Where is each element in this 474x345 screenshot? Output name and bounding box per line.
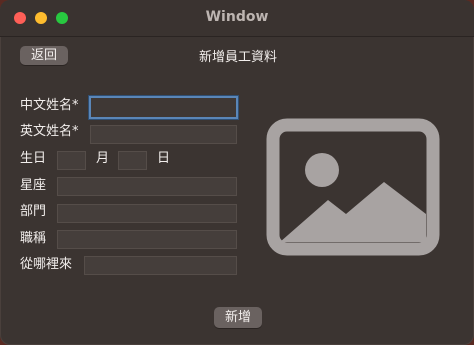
birth-month-field[interactable] xyxy=(57,151,86,170)
back-button[interactable]: 返回 xyxy=(20,46,68,65)
job-title-field[interactable] xyxy=(57,230,237,249)
page-title: 新增員工資料 xyxy=(198,50,277,65)
add-button[interactable]: 新增 xyxy=(214,307,262,328)
job-title-label: 職稱 xyxy=(20,231,47,246)
chinese-name-field[interactable] xyxy=(89,96,238,119)
month-label: 月 xyxy=(96,151,110,166)
zodiac-field[interactable] xyxy=(57,177,237,196)
origin-field[interactable] xyxy=(84,256,237,275)
birth-day-field[interactable] xyxy=(118,151,147,170)
app-window: Window 返回 新增員工資料 中文姓名* 英文姓名* 生日 月 日 星座 部… xyxy=(0,0,474,345)
title-bar: Window xyxy=(0,0,474,37)
birthday-label: 生日 xyxy=(20,151,47,166)
zodiac-label: 星座 xyxy=(20,178,47,193)
chinese-name-label: 中文姓名* xyxy=(20,98,79,113)
department-field[interactable] xyxy=(57,204,237,223)
window-title: Window xyxy=(205,9,269,25)
photo-placeholder-icon[interactable] xyxy=(266,118,440,256)
english-name-field[interactable] xyxy=(90,125,237,144)
origin-label: 從哪裡來 xyxy=(20,257,73,272)
english-name-label: 英文姓名* xyxy=(20,124,79,139)
day-label: 日 xyxy=(157,151,171,166)
department-label: 部門 xyxy=(20,204,47,219)
